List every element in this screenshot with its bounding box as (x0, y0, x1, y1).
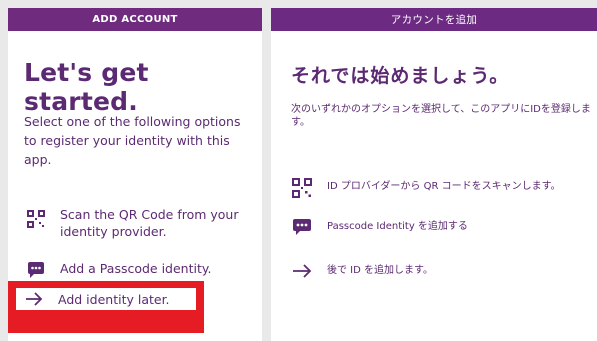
chat-bubble-icon (291, 217, 313, 237)
add-passcode-option[interactable]: Add a Passcode identity. (26, 260, 211, 280)
english-screen: ADD ACCOUNT Let's get started. Select on… (8, 8, 262, 341)
add-identity-later-option[interactable]: Add identity later. (8, 281, 204, 333)
add-identity-later-box[interactable]: Add identity later. (16, 288, 196, 310)
scan-qr-label: Scan the QR Code from your identity prov… (60, 207, 239, 239)
add-identity-later-label: 後で ID を追加します。 (327, 265, 434, 276)
add-identity-later-label: Add identity later. (58, 291, 170, 307)
instructions-text: Select one of the following options to r… (24, 114, 241, 167)
add-identity-later-option[interactable]: 後で ID を追加します。 (291, 264, 433, 280)
japanese-screen: アカウントを追加 それでは始めましょう。 次のいずれかのオプションを選択して、こ… (271, 8, 597, 341)
add-passcode-label: Add a Passcode identity. (60, 261, 212, 276)
header-bar: ADD ACCOUNT (8, 8, 262, 31)
add-passcode-label: Passcode Identity を追加する (327, 221, 468, 232)
arrow-right-icon (291, 262, 313, 280)
chat-bubble-icon (26, 260, 46, 280)
header-bar: アカウントを追加 (271, 8, 597, 31)
page-title: Let's get started. (24, 58, 149, 116)
scan-qr-label: ID プロバイダーから QR コードをスキャンします。 (327, 181, 561, 192)
instructions-text: 次のいずれかのオプションを選択して、このアプリにIDを登録します。 (291, 104, 591, 128)
qr-code-icon (26, 209, 46, 229)
header-title: ADD ACCOUNT (92, 14, 178, 25)
header-title: アカウントを追加 (390, 14, 478, 26)
add-passcode-option[interactable]: Passcode Identity を追加する (291, 217, 468, 237)
scan-qr-option[interactable]: Scan the QR Code from your identity prov… (26, 206, 258, 240)
scan-qr-option[interactable]: ID プロバイダーから QR コードをスキャンします。 (291, 177, 561, 199)
arrow-right-icon (24, 289, 44, 309)
qr-code-icon (291, 177, 313, 199)
page-title: それでは始めましょう。 (291, 65, 510, 87)
